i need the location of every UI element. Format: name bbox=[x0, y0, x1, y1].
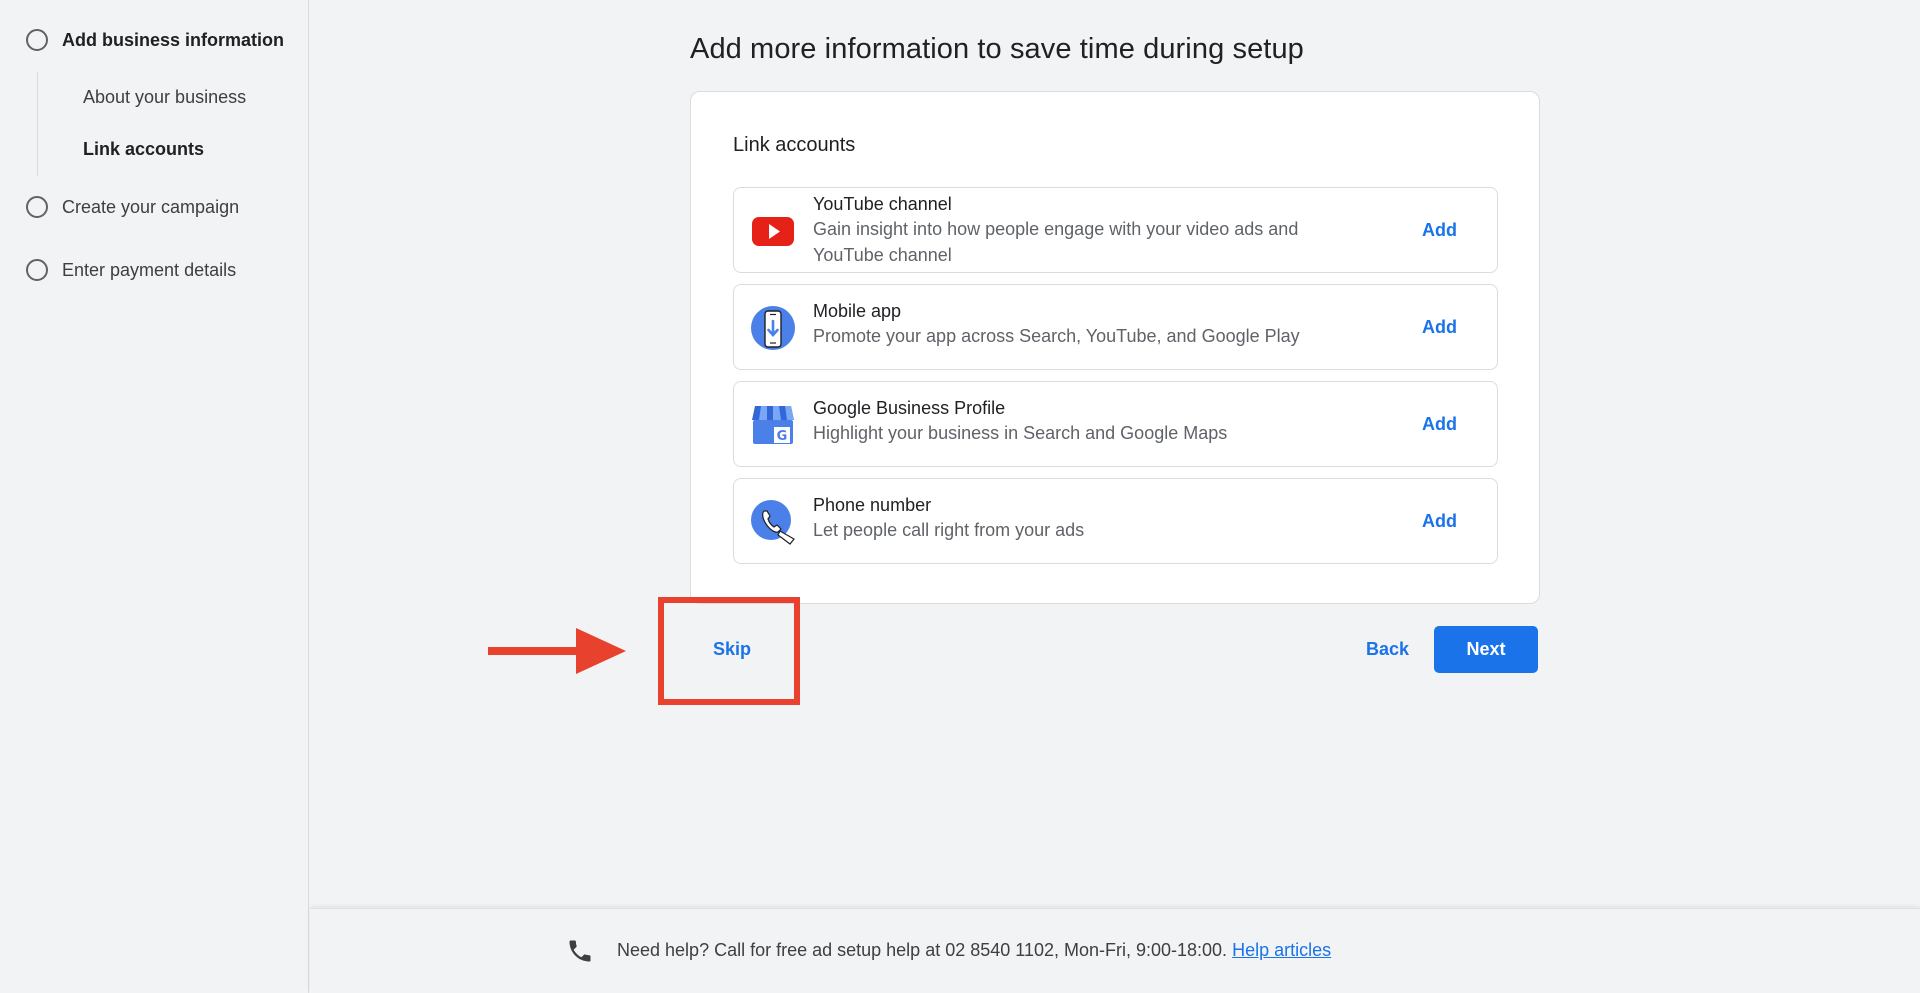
youtube-icon bbox=[752, 217, 794, 246]
link-accounts-card: Link accounts YouTube channel Gain insig… bbox=[690, 91, 1540, 604]
step-label: Add business information bbox=[62, 29, 285, 50]
step-circle-icon bbox=[26, 259, 48, 281]
substep-about-your-business[interactable]: About your business bbox=[83, 87, 246, 108]
add-youtube-channel-button[interactable]: Add bbox=[1422, 188, 1457, 272]
svg-text:G: G bbox=[777, 429, 788, 444]
row-description: Gain insight into how people engage with… bbox=[813, 219, 1299, 265]
card-title: Link accounts bbox=[733, 134, 856, 156]
phone-icon bbox=[569, 940, 591, 962]
help-footer: Need help? Call for free ad setup help a… bbox=[310, 908, 1920, 993]
annotation-arrow-icon bbox=[488, 628, 626, 674]
step-enter-payment-details[interactable]: Enter payment details bbox=[26, 259, 236, 281]
next-button[interactable]: Next bbox=[1434, 626, 1538, 673]
business-profile-icon: G bbox=[752, 406, 794, 444]
phone-number-icon bbox=[751, 500, 795, 545]
list-item-phone-number: Phone number Let people call right from … bbox=[733, 478, 1498, 564]
step-label: Create your campaign bbox=[62, 196, 240, 217]
list-item-youtube-channel: YouTube channel Gain insight into how pe… bbox=[733, 187, 1498, 273]
help-articles-link[interactable]: Help articles bbox=[1232, 940, 1331, 960]
row-description: Let people call right from your ads bbox=[813, 520, 1085, 540]
mobile-app-icon bbox=[751, 306, 795, 350]
row-description: Promote your app across Search, YouTube,… bbox=[813, 326, 1300, 346]
back-button[interactable]: Back bbox=[1366, 639, 1409, 660]
page-title: Add more information to save time during… bbox=[690, 33, 1304, 65]
substep-link-accounts[interactable]: Link accounts bbox=[83, 139, 204, 160]
add-phone-number-button[interactable]: Add bbox=[1422, 479, 1457, 563]
list-item-google-business-profile: G Google Business Profile Highlight your… bbox=[733, 381, 1498, 467]
step-add-business-information[interactable]: Add business information bbox=[26, 29, 284, 51]
step-label: Enter payment details bbox=[62, 259, 237, 280]
add-mobile-app-button[interactable]: Add bbox=[1422, 285, 1457, 369]
help-message: Need help? Call for free ad setup help a… bbox=[617, 940, 1228, 960]
help-text: Need help? Call for free ad setup help a… bbox=[617, 940, 1331, 961]
row-name: Phone number bbox=[813, 495, 932, 515]
step-circle-icon bbox=[26, 196, 48, 218]
row-name: YouTube channel bbox=[813, 194, 952, 214]
setup-steps-sidebar: Add business information About your busi… bbox=[0, 0, 309, 993]
annotation-highlight-box bbox=[658, 597, 800, 705]
add-google-business-profile-button[interactable]: Add bbox=[1422, 382, 1457, 466]
row-name: Mobile app bbox=[813, 301, 902, 321]
step-circle-icon bbox=[26, 29, 48, 51]
row-description: Highlight your business in Search and Go… bbox=[813, 423, 1228, 443]
row-name: Google Business Profile bbox=[813, 398, 1006, 418]
substep-divider bbox=[37, 72, 38, 176]
list-item-mobile-app: Mobile app Promote your app across Searc… bbox=[733, 284, 1498, 370]
step-create-your-campaign[interactable]: Create your campaign bbox=[26, 196, 239, 218]
